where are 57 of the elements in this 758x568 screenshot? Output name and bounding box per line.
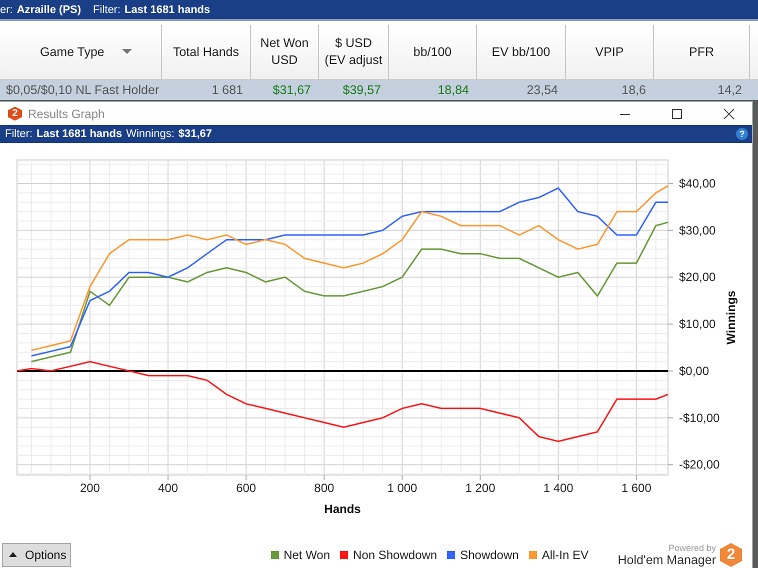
y-tick-label: $20,00	[679, 270, 716, 284]
y-tick-label: $30,00	[679, 223, 716, 238]
legend-label: Net Won	[284, 548, 330, 562]
app-logo: 2	[8, 106, 22, 121]
column-header[interactable]: VPIP	[566, 25, 654, 79]
column-header[interactable]: EV bb/100	[477, 25, 566, 79]
filter-value: Last 1681 hands	[36, 128, 122, 140]
dropdown-icon	[122, 49, 132, 55]
caret-icon	[9, 552, 17, 558]
table-cell-text: 23,54	[526, 82, 559, 99]
x-tick-label: 1 600	[621, 480, 652, 495]
x-tick-label: 800	[314, 480, 334, 495]
legend-label: Non Showdown	[353, 548, 438, 562]
powered-by-text: Powered by	[668, 542, 716, 553]
table-cell-text: 18,84	[436, 82, 470, 99]
x-tick-label: 200	[80, 480, 100, 495]
table-cell-text: 18,6	[620, 82, 647, 99]
table-cell-text: $39,57	[342, 82, 382, 99]
table-cell-text: $31,67	[272, 82, 312, 99]
table-cell-text: $0,05/$0,10 NL Fast Holder	[5, 82, 160, 99]
x-tick-label: 1 400	[543, 480, 574, 495]
y-tick-label: $40,00	[679, 176, 716, 190]
filter-label: Filter:	[5, 128, 32, 140]
y-tick-label: $10,00	[679, 317, 716, 332]
close-icon[interactable]	[723, 108, 735, 120]
y-tick-label: -$20,00	[679, 458, 720, 472]
window-title: Results Graph	[28, 106, 105, 121]
x-axis-title: Hands	[324, 502, 361, 516]
table-cell-text: 1 681	[210, 82, 244, 99]
y-axis-title: Winnings	[724, 290, 738, 344]
player-name: Azraille (PS)	[16, 4, 82, 16]
player-label: er:	[0, 4, 13, 16]
column-header[interactable]: Game Type	[0, 25, 162, 79]
winnings-value: $31,67	[178, 128, 212, 140]
help-button[interactable]: ?	[736, 128, 748, 140]
y-tick-label: $0,00	[679, 364, 710, 378]
filter-label: Filter:	[93, 4, 121, 16]
brand-name: Hold'em Manager	[618, 552, 716, 567]
x-tick-label: 1 200	[465, 480, 496, 495]
table-cell-text: 14,2	[716, 82, 743, 99]
legend-label: All-In EV	[542, 548, 588, 562]
x-tick-label: 600	[236, 480, 256, 495]
table-row[interactable]: $0,05/$0,10 NL Fast Holder 1 681 $31,67 $39,57 18,84 23,54 18,6 14,2	[0, 80, 758, 100]
legend-label: Showdown	[460, 548, 519, 562]
y-tick-label: -$10,00	[679, 410, 720, 425]
maximize-icon[interactable]	[671, 108, 683, 120]
brand-logo: 2	[720, 542, 742, 567]
options-button[interactable]: Options	[2, 542, 72, 567]
x-tick-label: 1 000	[387, 480, 418, 495]
column-header[interactable]: $ USD (EV adjust	[319, 25, 389, 79]
filter-value: Last 1681 hands	[124, 4, 210, 16]
column-header[interactable]: bb/100	[389, 25, 477, 79]
x-tick-label: 400	[158, 480, 178, 495]
column-header[interactable]: PFR	[654, 25, 750, 79]
winnings-label: Winnings:	[126, 128, 174, 140]
column-header[interactable]: Total Hands	[162, 25, 251, 79]
column-header[interactable]: Net Won USD	[251, 25, 319, 79]
